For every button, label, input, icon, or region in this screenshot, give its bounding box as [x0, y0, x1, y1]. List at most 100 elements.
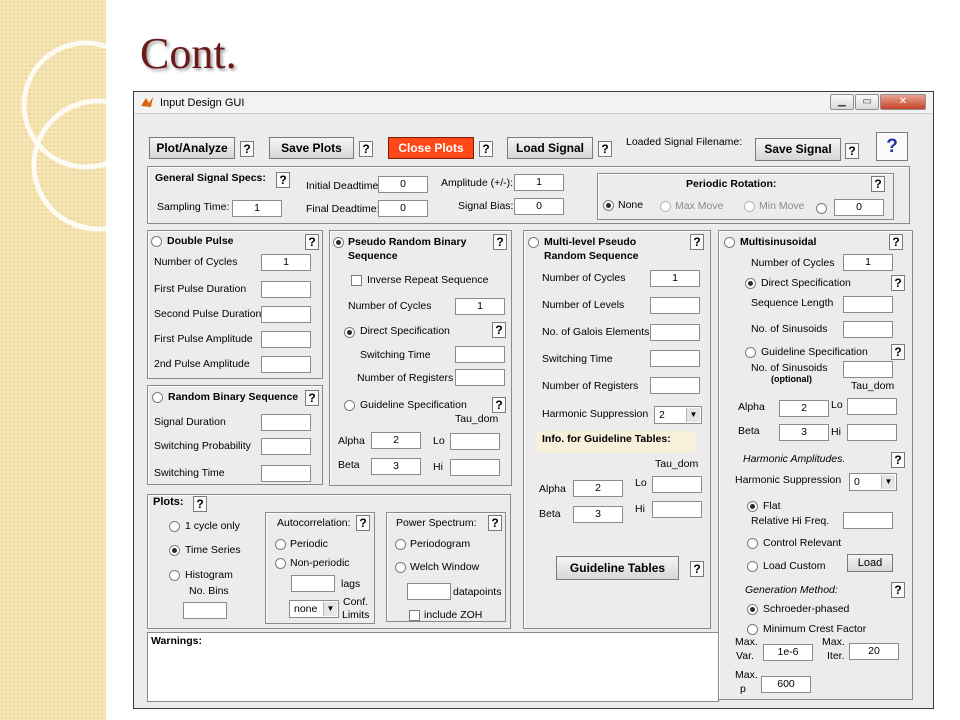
minimize-button[interactable]: ▁ [830, 94, 854, 110]
maximize-button[interactable]: ▭ [855, 94, 879, 110]
help-periodic-icon[interactable]: ? [871, 176, 885, 192]
rotation-custom-radio[interactable] [816, 203, 827, 214]
rotation-value-input[interactable]: 0 [834, 199, 884, 216]
guideline-tables-button[interactable]: Guideline Tables [556, 556, 679, 580]
mlps-switching-input[interactable] [650, 350, 700, 367]
prbs-beta-input[interactable]: 3 [371, 458, 421, 475]
autocorr-nonperiodic-radio[interactable] [275, 558, 286, 569]
dp-first-amplitude-input[interactable] [261, 331, 311, 348]
rbs-duration-input[interactable] [261, 414, 311, 431]
load-signal-button[interactable]: Load Signal [507, 137, 593, 159]
plot-analyze-button[interactable]: Plot/Analyze [149, 137, 235, 159]
ms-num-sinusoids-input[interactable] [843, 321, 893, 338]
dp-second-duration-input[interactable] [261, 306, 311, 323]
rbs-radio[interactable] [152, 392, 163, 403]
help-double-pulse-icon[interactable]: ? [305, 234, 319, 250]
help-general-icon[interactable]: ? [276, 172, 290, 188]
histogram-radio[interactable] [169, 570, 180, 581]
ms-schroeder-radio[interactable] [747, 604, 758, 615]
ms-max-p-input[interactable]: 600 [761, 676, 811, 693]
help-prbs-icon[interactable]: ? [493, 234, 507, 250]
inverse-repeat-checkbox[interactable] [351, 275, 362, 286]
ms-relative-hi-input[interactable] [843, 512, 893, 529]
ms-lo-input[interactable] [847, 398, 897, 415]
close-window-button[interactable]: ✕ [880, 94, 926, 110]
close-plots-button[interactable]: Close Plots [388, 137, 474, 159]
rotation-minmove-radio[interactable] [744, 201, 755, 212]
help-ms-generation-icon[interactable]: ? [891, 582, 905, 598]
rotation-maxmove-radio[interactable] [660, 201, 671, 212]
help-save-signal-icon[interactable]: ? [845, 143, 859, 159]
initial-deadtime-input[interactable]: 0 [378, 176, 428, 193]
prbs-direct-radio[interactable] [344, 327, 355, 338]
ms-guideline-radio[interactable] [745, 347, 756, 358]
ms-flat-radio[interactable] [747, 501, 758, 512]
ms-beta-input[interactable]: 3 [779, 424, 829, 441]
ms-num-sinusoids2-input[interactable] [843, 361, 893, 378]
ms-cycles-input[interactable]: 1 [843, 254, 893, 271]
ms-control-relevant-radio[interactable] [747, 538, 758, 549]
prbs-switching-input[interactable] [455, 346, 505, 363]
welch-radio[interactable] [395, 562, 406, 573]
ms-min-crest-radio[interactable] [747, 624, 758, 635]
help-multisine-icon[interactable]: ? [889, 234, 903, 250]
ms-harmonic-select[interactable]: 0 ▼ [849, 473, 897, 491]
autocorr-periodic-radio[interactable] [275, 539, 286, 550]
ms-load-button[interactable]: Load [847, 554, 893, 572]
signal-bias-input[interactable]: 0 [514, 198, 564, 215]
datapoints-input[interactable] [407, 583, 451, 600]
prbs-registers-input[interactable] [455, 369, 505, 386]
prbs-radio[interactable] [333, 237, 344, 248]
help-autocorr-icon[interactable]: ? [356, 515, 370, 531]
sampling-time-input[interactable]: 1 [232, 200, 282, 217]
conf-limits-select[interactable]: none ▼ [289, 600, 339, 618]
help-plots-icon[interactable]: ? [193, 496, 207, 512]
mlps-radio[interactable] [528, 237, 539, 248]
lags-input[interactable] [291, 575, 335, 592]
mlps-levels-input[interactable] [650, 297, 700, 314]
help-plot-icon[interactable]: ? [240, 141, 254, 157]
help-guideline-tables-icon[interactable]: ? [690, 561, 704, 577]
help-rbs-icon[interactable]: ? [305, 390, 319, 406]
help-save-plots-icon[interactable]: ? [359, 141, 373, 157]
help-power-icon[interactable]: ? [488, 515, 502, 531]
rbs-probability-input[interactable] [261, 438, 311, 455]
help-ms-harmonic-icon[interactable]: ? [891, 452, 905, 468]
mlps-lo-input[interactable] [652, 476, 702, 493]
ms-seq-length-input[interactable] [843, 296, 893, 313]
mlps-beta-input[interactable]: 3 [573, 506, 623, 523]
ms-max-var-input[interactable]: 1e-6 [763, 644, 813, 661]
final-deadtime-input[interactable]: 0 [378, 200, 428, 217]
mlps-harmonic-select[interactable]: 2 ▼ [654, 406, 702, 424]
ms-load-custom-radio[interactable] [747, 561, 758, 572]
save-plots-button[interactable]: Save Plots [269, 137, 354, 159]
dp-second-amplitude-input[interactable] [261, 356, 311, 373]
mlps-hi-input[interactable] [652, 501, 702, 518]
warnings-box[interactable]: Warnings: [147, 632, 719, 702]
help-load-signal-icon[interactable]: ? [598, 141, 612, 157]
help-prbs-guideline-icon[interactable]: ? [492, 397, 506, 413]
help-mlps-icon[interactable]: ? [690, 234, 704, 250]
bins-input[interactable] [183, 602, 227, 619]
prbs-cycles-input[interactable]: 1 [455, 298, 505, 315]
help-ms-guideline-icon[interactable]: ? [891, 344, 905, 360]
prbs-alpha-input[interactable]: 2 [371, 432, 421, 449]
include-zoh-checkbox[interactable] [409, 610, 420, 621]
rotation-none-radio[interactable] [603, 200, 614, 211]
mlps-cycles-input[interactable]: 1 [650, 270, 700, 287]
dp-first-duration-input[interactable] [261, 281, 311, 298]
prbs-guideline-radio[interactable] [344, 400, 355, 411]
rbs-switching-input[interactable] [261, 465, 311, 482]
ms-hi-input[interactable] [847, 424, 897, 441]
multisine-radio[interactable] [724, 237, 735, 248]
amplitude-input[interactable]: 1 [514, 174, 564, 191]
ms-direct-radio[interactable] [745, 278, 756, 289]
ms-alpha-input[interactable]: 2 [779, 400, 829, 417]
mlps-galois-input[interactable] [650, 324, 700, 341]
dp-cycles-input[interactable]: 1 [261, 254, 311, 271]
mlps-registers-input[interactable] [650, 377, 700, 394]
double-pulse-radio[interactable] [151, 236, 162, 247]
ms-max-iter-input[interactable]: 20 [849, 643, 899, 660]
save-signal-button[interactable]: Save Signal [755, 138, 841, 161]
help-close-plots-icon[interactable]: ? [479, 141, 493, 157]
